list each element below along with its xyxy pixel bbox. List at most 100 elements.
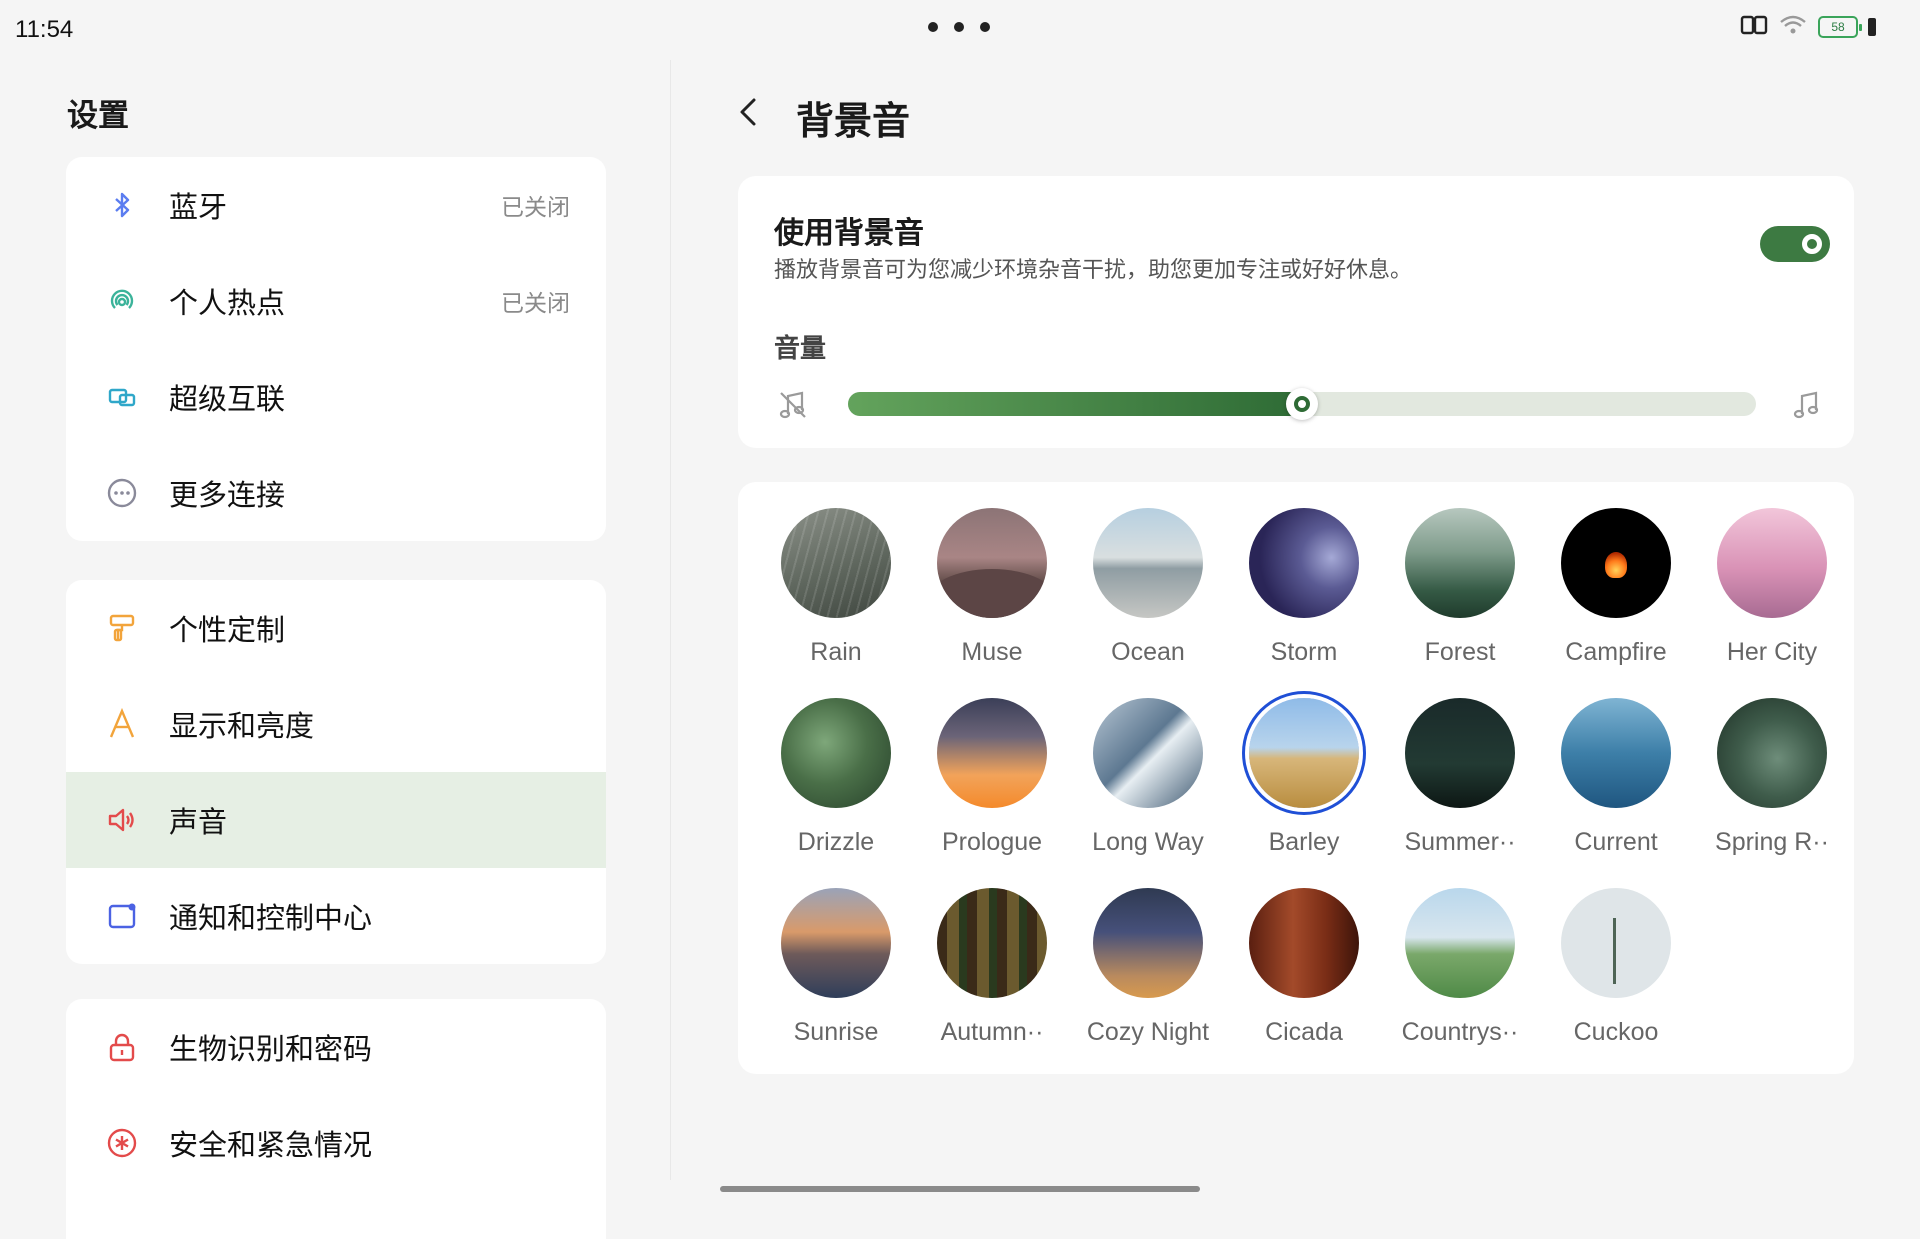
sidebar-item-label: 生物识别和密码 <box>169 1032 373 1066</box>
charging-icon <box>1868 18 1876 36</box>
status-text: 已关闭 <box>501 291 570 317</box>
sound-thumbnail[interactable] <box>937 508 1047 618</box>
emergency-icon <box>106 1127 138 1159</box>
sound-thumbnail[interactable] <box>937 888 1047 998</box>
status-icons: 58 <box>1740 14 1876 40</box>
sound-thumbnail[interactable] <box>1405 508 1515 618</box>
lock-icon <box>106 1031 138 1063</box>
multitask-dots[interactable] <box>928 22 990 32</box>
sound-item[interactable]: Barley <box>1226 698 1382 856</box>
sound-thumbnail[interactable] <box>1561 698 1671 808</box>
sound-name: Cicada <box>1265 1018 1343 1046</box>
sound-name: Sunrise <box>793 1018 879 1046</box>
sound-item[interactable]: Summer·· <box>1382 698 1538 856</box>
bluetooth-icon <box>106 189 138 221</box>
sound-item[interactable]: Sunrise <box>758 888 914 1046</box>
sound-name: Barley <box>1268 828 1340 856</box>
sound-thumbnail[interactable] <box>781 508 891 618</box>
sidebar-item-more-connections[interactable]: 更多连接 <box>66 445 606 541</box>
battery-icon: 58 <box>1818 16 1862 38</box>
sound-thumbnail[interactable] <box>1249 508 1359 618</box>
chevron-left-icon <box>740 98 756 126</box>
volume-slider[interactable] <box>848 388 1756 420</box>
display-brightness-icon <box>106 708 138 740</box>
sound-thumbnail[interactable] <box>1561 508 1671 618</box>
background-sound-settings-card: 使用背景音 播放背景音可为您减少环境杂音干扰，助您更加专注或好好休息。 音量 <box>738 176 1854 448</box>
volume-slider-thumb[interactable] <box>1286 388 1318 420</box>
status-time: 11:54 <box>15 16 74 43</box>
sound-name: Campfire <box>1565 638 1667 666</box>
sound-name: Spring R·· <box>1715 828 1829 856</box>
sound-thumbnail[interactable] <box>1249 888 1359 998</box>
sound-item[interactable]: Prologue <box>914 698 1070 856</box>
split-screen-icon <box>1740 14 1768 40</box>
sidebar-item-sound[interactable]: 声音 <box>66 772 606 868</box>
sound-item[interactable]: Cuckoo <box>1538 888 1694 1046</box>
sound-item[interactable]: Autumn·· <box>914 888 1070 1046</box>
sound-thumbnail[interactable] <box>1249 698 1359 808</box>
sidebar-item-display-brightness[interactable]: 显示和亮度 <box>66 676 606 772</box>
sound-item[interactable]: Rain <box>758 508 914 666</box>
sidebar-item-emergency[interactable]: 安全和紧急情况 <box>66 1095 606 1191</box>
battery-level: 58 <box>1831 20 1845 34</box>
sound-thumbnail[interactable] <box>937 698 1047 808</box>
sound-row: Drizzle Prologue Long Way Barley Summer·· Cur… <box>758 698 1848 888</box>
sidebar-item-hotspot[interactable]: 个人热点 已关闭 <box>66 253 606 349</box>
sound-item[interactable]: Spring R·· <box>1694 698 1850 856</box>
speaker-icon <box>106 804 138 836</box>
sound-name: Forest <box>1424 638 1496 666</box>
sound-list-card: Rain Muse Ocean Storm Forest Campfire Her City… <box>738 482 1854 1074</box>
sound-name: Ocean <box>1111 638 1185 666</box>
sound-item[interactable]: Campfire <box>1538 508 1694 666</box>
sound-item[interactable]: Drizzle <box>758 698 914 856</box>
sound-thumbnail[interactable] <box>1717 698 1827 808</box>
sidebar-item-label: 个人热点 <box>169 286 286 320</box>
sidebar-item-bluetooth[interactable]: 蓝牙 已关闭 <box>66 157 606 253</box>
sound-thumbnail[interactable] <box>1717 508 1827 618</box>
back-button[interactable] <box>728 90 772 134</box>
sound-thumbnail[interactable] <box>1093 698 1203 808</box>
sound-item[interactable]: Cicada <box>1226 888 1382 1046</box>
more-connections-icon <box>106 477 138 509</box>
sound-thumbnail[interactable] <box>781 888 891 998</box>
sound-item[interactable]: Forest <box>1382 508 1538 666</box>
sound-thumbnail[interactable] <box>1561 888 1671 998</box>
sound-thumbnail[interactable] <box>1405 888 1515 998</box>
sound-row: Rain Muse Ocean Storm Forest Campfire Her City <box>758 508 1848 698</box>
volume-slider-fill <box>848 392 1302 416</box>
volume-mute-icon <box>776 388 810 422</box>
settings-title: 设置 <box>67 98 129 134</box>
sound-thumbnail[interactable] <box>1093 508 1203 618</box>
sound-item[interactable]: Cozy Night <box>1070 888 1226 1046</box>
sound-item[interactable]: Current <box>1538 698 1694 856</box>
personalization-group: 个性定制 显示和亮度 声音 通知和控制中心 <box>66 580 606 964</box>
sidebar-item-biometrics[interactable]: 生物识别和密码 <box>66 999 606 1095</box>
sound-item[interactable]: Ocean <box>1070 508 1226 666</box>
volume-label: 音量 <box>774 334 827 364</box>
background-sound-switch[interactable] <box>1760 226 1830 262</box>
sidebar-item-personalization[interactable]: 个性定制 <box>66 580 606 676</box>
sound-thumbnail[interactable] <box>1405 698 1515 808</box>
sidebar-item-notifications[interactable]: 通知和控制中心 <box>66 868 606 964</box>
notification-icon <box>106 900 138 932</box>
background-sound-page: 背景音 使用背景音 播放背景音可为您减少环境杂音干扰，助您更加专注或好好休息。 … <box>672 60 1920 1200</box>
sidebar-item-label: 声音 <box>169 805 228 839</box>
hotspot-icon <box>106 285 138 317</box>
sound-thumbnail[interactable] <box>1093 888 1203 998</box>
sound-item[interactable]: Muse <box>914 508 1070 666</box>
sound-grid: Rain Muse Ocean Storm Forest Campfire Her City… <box>758 508 1848 1078</box>
sound-item[interactable]: Countrys·· <box>1382 888 1538 1046</box>
sidebar-item-super-connect[interactable]: 超级互联 <box>66 349 606 445</box>
home-indicator[interactable] <box>720 1186 1200 1192</box>
sound-name: Summer·· <box>1404 828 1516 856</box>
connections-group: 蓝牙 已关闭 个人热点 已关闭 超级互联 更多连接 <box>66 157 606 541</box>
sound-item[interactable]: Storm <box>1226 508 1382 666</box>
sidebar-item-label: 个性定制 <box>169 613 286 647</box>
toggle-title: 使用背景音 <box>774 216 924 251</box>
sound-item[interactable]: Her City <box>1694 508 1850 666</box>
sound-item[interactable]: Long Way <box>1070 698 1226 856</box>
sidebar-item-label: 通知和控制中心 <box>169 901 373 935</box>
super-connect-icon <box>106 381 138 413</box>
sound-name: Drizzle <box>797 828 875 856</box>
sound-thumbnail[interactable] <box>781 698 891 808</box>
